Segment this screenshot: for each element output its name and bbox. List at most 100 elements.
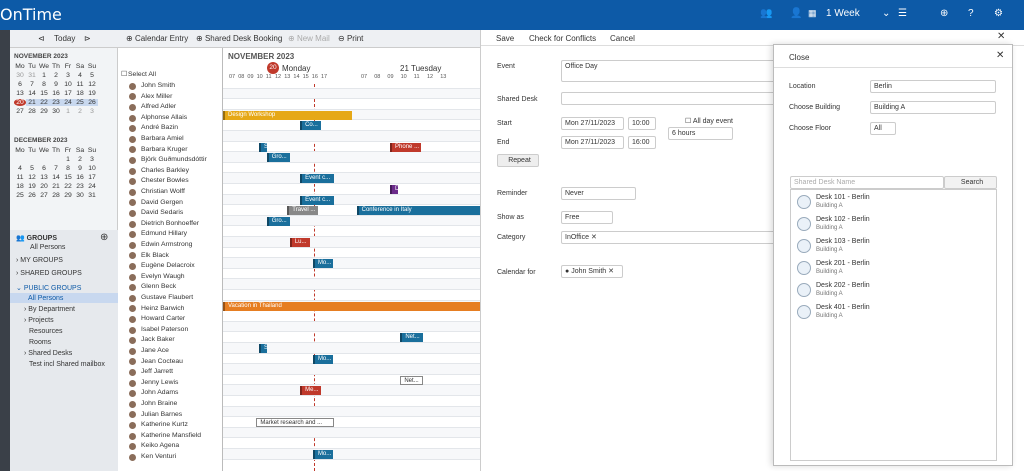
day-cell[interactable]: 10: [62, 81, 74, 88]
day-cell[interactable]: 23: [50, 99, 62, 106]
grid-row[interactable]: [223, 258, 480, 269]
day-cell[interactable]: 24: [62, 99, 74, 106]
event-field[interactable]: Office Day: [561, 60, 776, 82]
desk-item[interactable]: Desk 401 - Berlin Building A: [794, 302, 994, 324]
grid-row[interactable]: [223, 385, 480, 396]
new-mail-button[interactable]: ⊕ New Mail: [288, 34, 330, 43]
grid-row[interactable]: [223, 237, 480, 248]
day-cell[interactable]: 6: [14, 81, 26, 88]
day-cell[interactable]: 12: [86, 81, 98, 88]
calendar-event[interactable]: D: [390, 185, 398, 194]
person-row[interactable]: Evelyn Waugh: [118, 272, 223, 283]
day-cell[interactable]: 12: [26, 174, 38, 181]
group-test-shared-mailbox[interactable]: Test incl Shared mailbox: [29, 361, 105, 368]
person-row[interactable]: Edmund Hillary: [118, 229, 223, 240]
grid-row[interactable]: [223, 173, 480, 184]
start-time-field[interactable]: 10:00: [628, 117, 656, 130]
duration-select[interactable]: 6 hours: [668, 127, 733, 140]
person-row[interactable]: Jeff Jarrett: [118, 367, 223, 378]
search-button[interactable]: Search: [944, 176, 997, 189]
grid-row[interactable]: [223, 438, 480, 449]
grid-row[interactable]: [223, 131, 480, 142]
grid-row[interactable]: [223, 78, 480, 89]
next-icon[interactable]: ⊳: [84, 34, 91, 43]
group-public-groups[interactable]: ⌄ PUBLIC GROUPS: [16, 284, 81, 292]
calendar-event[interactable]: Mo...: [312, 450, 334, 459]
calendar-icon[interactable]: ▦: [808, 8, 817, 19]
grid-row[interactable]: [223, 406, 480, 418]
day-cell[interactable]: 22: [38, 99, 50, 106]
day-cell[interactable]: 18: [14, 183, 26, 190]
calendar-event[interactable]: Market research and ...: [256, 418, 334, 428]
person-icon[interactable]: 👤: [790, 8, 802, 19]
day-cell[interactable]: 25: [74, 99, 86, 106]
calendar-event[interactable]: Travel ...: [287, 206, 319, 216]
grid-row[interactable]: [223, 321, 480, 333]
grid-row[interactable]: [223, 152, 480, 163]
day-cell[interactable]: 27: [38, 192, 50, 199]
day-cell[interactable]: 29: [62, 192, 74, 199]
calendar-event[interactable]: Co...: [300, 121, 321, 131]
person-row[interactable]: Jenny Lewis: [118, 378, 223, 389]
day-cell[interactable]: 8: [62, 165, 74, 172]
all-day-checkbox[interactable]: ☐ All day event: [685, 117, 733, 125]
end-time-field[interactable]: 16:00: [628, 136, 656, 149]
day-cell[interactable]: 7: [26, 81, 38, 88]
group-projects[interactable]: › Projects: [24, 317, 54, 324]
day-cell[interactable]: 3: [86, 108, 98, 115]
day-cell[interactable]: 28: [50, 192, 62, 199]
day-cell[interactable]: 24: [86, 183, 98, 190]
day-cell[interactable]: 7: [50, 165, 62, 172]
person-row[interactable]: Ken Venturi: [118, 452, 223, 463]
calendar-event[interactable]: Net...: [400, 333, 424, 343]
person-row[interactable]: Katherine Kurtz: [118, 420, 223, 431]
person-row[interactable]: Alphonse Allais: [118, 113, 223, 124]
chevron-down-icon[interactable]: ⌄: [882, 8, 890, 19]
day-cell[interactable]: 13: [38, 174, 50, 181]
calendar-event[interactable]: S: [258, 344, 267, 353]
show-as-select[interactable]: Free: [561, 211, 613, 224]
day-cell[interactable]: 1: [62, 156, 74, 163]
day-cell[interactable]: 2: [74, 156, 86, 163]
day-cell[interactable]: 30: [50, 108, 62, 115]
day-cell[interactable]: 9: [74, 165, 86, 172]
grid-row[interactable]: [223, 375, 480, 386]
group-all-persons[interactable]: All Persons: [28, 295, 63, 302]
help-icon[interactable]: ?: [968, 8, 974, 19]
day-cell[interactable]: 15: [38, 90, 50, 97]
person-row[interactable]: John Smith: [118, 81, 223, 92]
calendar-event[interactable]: Lu...: [289, 238, 311, 247]
grid-row[interactable]: [223, 163, 480, 174]
person-row[interactable]: David Sedaris: [118, 208, 223, 219]
group-my-groups[interactable]: › MY GROUPS: [16, 257, 63, 264]
calendar-event[interactable]: Phone ...: [390, 142, 421, 152]
calendar-event[interactable]: Me...: [300, 386, 321, 396]
calendar-event[interactable]: Gro...: [266, 216, 290, 226]
calendar-event[interactable]: Vacation in Thailand: [223, 301, 480, 311]
day-cell[interactable]: 22: [62, 183, 74, 190]
grid-row[interactable]: [223, 427, 480, 439]
day-cell[interactable]: 17: [86, 174, 98, 181]
group-by-department[interactable]: › By Department: [24, 306, 75, 313]
group-rooms[interactable]: Rooms: [29, 339, 51, 346]
calendar-event[interactable]: Conference in Italy: [356, 206, 480, 216]
day-cell[interactable]: 6: [38, 165, 50, 172]
person-row[interactable]: Björk Guðmundsdóttir: [118, 155, 223, 166]
day-cell[interactable]: 8: [38, 81, 50, 88]
reminder-select[interactable]: Never: [561, 187, 636, 200]
person-row[interactable]: David Gergen: [118, 198, 223, 209]
person-row[interactable]: Gustave Flaubert: [118, 293, 223, 304]
day-cell[interactable]: 1: [62, 108, 74, 115]
grid-row[interactable]: [223, 248, 480, 259]
calendar-event[interactable]: S: [258, 142, 267, 152]
person-row[interactable]: Christian Wolff: [118, 187, 223, 198]
day-cell[interactable]: 16: [74, 174, 86, 181]
calendar-event[interactable]: Mo...: [312, 354, 334, 364]
person-row[interactable]: Julian Barnes: [118, 410, 223, 421]
day-cell[interactable]: 5: [26, 165, 38, 172]
start-date-field[interactable]: Mon 27/11/2023: [561, 117, 624, 130]
day-cell[interactable]: 31: [86, 192, 98, 199]
group-shared-groups[interactable]: › SHARED GROUPS: [16, 270, 82, 277]
grid-row[interactable]: [223, 269, 480, 280]
add-group-icon[interactable]: ⊕: [100, 232, 108, 243]
